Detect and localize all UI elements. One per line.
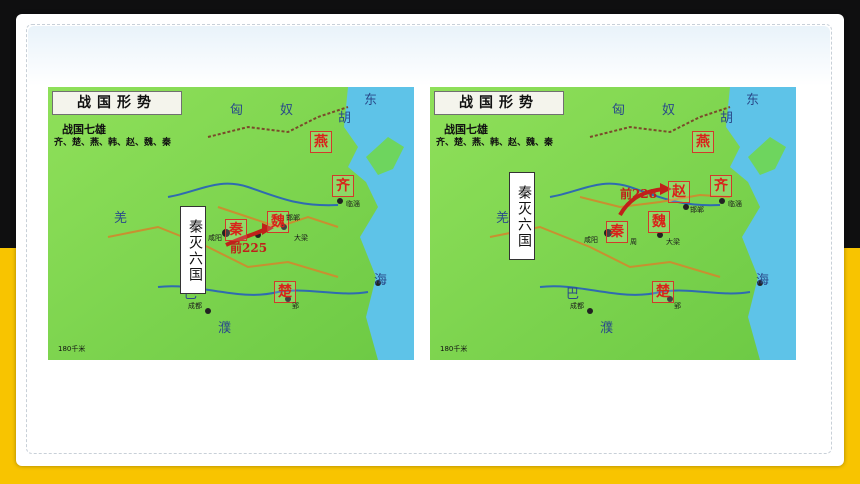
region-label: 匈	[612, 103, 626, 118]
place-label: 邯郸	[286, 214, 300, 222]
region-label: 奴	[662, 103, 676, 118]
region-label: 海	[756, 273, 770, 288]
region-label: 羌	[496, 211, 510, 226]
state-label-qi: 齐	[332, 175, 354, 197]
state-label-yan: 燕	[310, 131, 332, 153]
caption-qin-conquest-left: 秦灭六国	[180, 206, 206, 294]
place-label: 成都	[570, 302, 584, 310]
state-label-qi: 齐	[710, 175, 732, 197]
place-label: 郢	[674, 302, 681, 310]
arrow-label: 前225	[230, 241, 268, 255]
place-label: 大梁	[666, 238, 680, 246]
state-label-zhao: 赵	[668, 181, 690, 203]
place-label: 周	[630, 238, 637, 246]
place-label: 咸阳	[584, 236, 598, 244]
map-title: 战国形势	[434, 91, 564, 115]
state-label-qin: 秦	[606, 221, 628, 243]
region-label: 匈	[230, 103, 244, 118]
place-label: 成都	[188, 302, 202, 310]
place-label: 临淄	[346, 200, 360, 208]
region-label: 奴	[280, 103, 294, 118]
state-label-chu: 楚	[652, 281, 674, 303]
place-label: 大梁	[294, 234, 308, 242]
map-scale: 180千米	[58, 345, 86, 353]
place-label: 邯郸	[690, 206, 704, 214]
place-label: 临淄	[728, 200, 742, 208]
region-label: 东	[364, 93, 378, 108]
map-left: 战国形势 战国七雄 齐、楚、燕、韩、赵、魏、秦 燕 齐 秦 魏 楚 前225 匈…	[48, 87, 414, 360]
caption-qin-conquest-right: 秦灭六国	[509, 172, 535, 260]
region-label: 胡	[338, 111, 352, 126]
region-label: 羌	[114, 211, 128, 226]
region-label: 巴	[566, 287, 580, 302]
region-label: 海	[374, 273, 388, 288]
arrow-label: 前228	[620, 187, 658, 201]
state-label-qin: 秦	[225, 219, 247, 241]
map-states-list: 齐、楚、燕、韩、赵、魏、秦	[54, 138, 172, 148]
region-label: 濮	[218, 321, 232, 336]
region-label: 东	[746, 93, 760, 108]
region-label: 胡	[720, 111, 734, 126]
map-states-list: 齐、楚、燕、韩、赵、魏、秦	[436, 138, 554, 148]
place-label: 咸阳	[208, 234, 222, 242]
map-title: 战国形势	[52, 91, 182, 115]
map-scale: 180千米	[440, 345, 468, 353]
place-label: 郢	[292, 302, 299, 310]
state-label-yan: 燕	[692, 131, 714, 153]
map-right: 战国形势 战国七雄 齐、楚、燕、韩、赵、魏、秦 燕 赵 齐 秦 魏 楚 前228…	[430, 87, 796, 360]
region-label: 濮	[600, 321, 614, 336]
state-label-wei: 魏	[648, 211, 670, 233]
state-label-chu: 楚	[274, 281, 296, 303]
